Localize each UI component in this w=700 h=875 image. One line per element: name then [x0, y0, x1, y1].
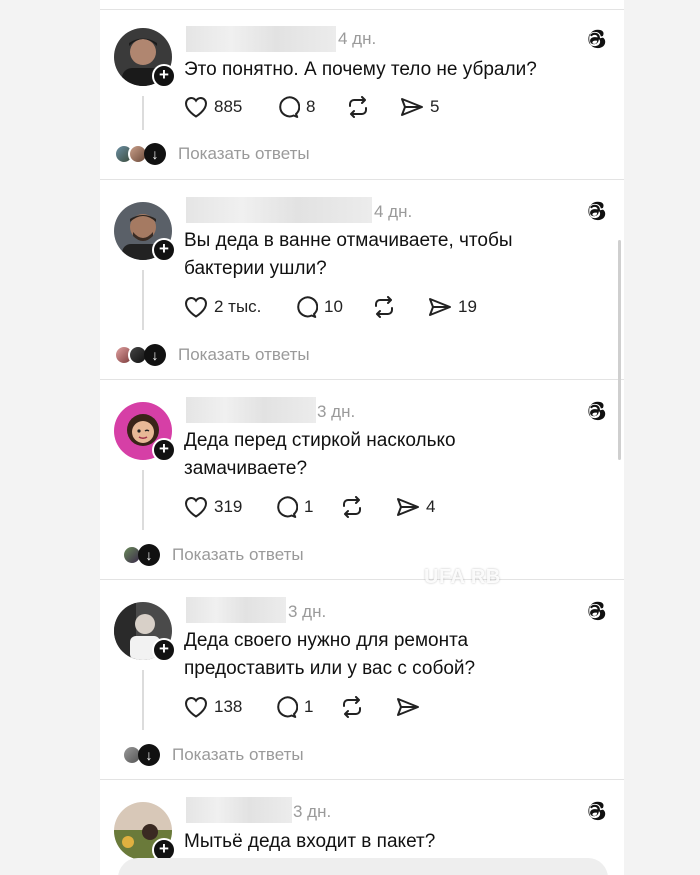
follow-plus-icon[interactable]: +	[152, 64, 176, 88]
send-icon	[397, 498, 419, 516]
repost-icon	[343, 496, 361, 518]
repost-button[interactable]	[346, 94, 370, 120]
like-button[interactable]: 319	[184, 494, 242, 520]
show-replies-link[interactable]: Показать ответы	[172, 745, 304, 765]
post-time: 4 дн.	[374, 202, 413, 221]
share-button[interactable]: 19	[428, 294, 477, 320]
comment-count: 10	[324, 297, 343, 316]
comment-button[interactable]: 1	[274, 494, 313, 520]
comment-post: + 4 дн. Вы деда в ванне отмачиваете, что…	[100, 180, 624, 380]
username-blurred	[186, 26, 336, 52]
show-replies-row[interactable]: ↓ Показать ответы	[122, 542, 304, 568]
comment-count: 1	[304, 697, 314, 716]
follow-plus-icon[interactable]: +	[152, 438, 176, 462]
show-replies-link[interactable]: Показать ответы	[172, 545, 304, 565]
heart-icon	[184, 96, 208, 118]
threads-logo-icon[interactable]	[584, 798, 610, 824]
repost-icon	[349, 96, 367, 118]
thread-line	[142, 470, 144, 530]
share-button[interactable]	[396, 694, 420, 720]
reply-input-bar[interactable]	[118, 858, 608, 875]
action-bar: 885 8 5	[184, 94, 604, 120]
like-button[interactable]: 2 тыс.	[184, 294, 261, 320]
threads-logo-icon[interactable]	[584, 198, 610, 224]
action-bar: 319 1 4	[184, 494, 604, 520]
send-icon	[401, 98, 423, 116]
send-icon	[397, 698, 419, 716]
share-button[interactable]: 5	[400, 94, 439, 120]
threads-logo-icon[interactable]	[584, 598, 610, 624]
like-button[interactable]: 885	[184, 94, 242, 120]
show-replies-link[interactable]: Показать ответы	[178, 345, 310, 365]
like-count: 885	[214, 97, 243, 116]
comment-button[interactable]: 1	[274, 694, 313, 720]
action-bar: 2 тыс. 10 19	[184, 294, 604, 320]
comment-bubble-icon	[297, 296, 318, 318]
comment-text: Деда перед стиркой насколько замачиваете…	[184, 430, 456, 479]
comment-button[interactable]: 10	[294, 294, 343, 320]
threads-logo-icon[interactable]	[584, 398, 610, 424]
username-blurred	[186, 197, 372, 223]
post-time: 4 дн.	[338, 29, 377, 48]
send-icon	[429, 298, 451, 316]
comment-text: Мытьё деда входит в пакет?	[184, 831, 436, 852]
comment-post: + 3 дн. Деда перед стиркой насколько зам…	[100, 380, 624, 580]
username-blurred	[186, 597, 286, 623]
show-replies-row[interactable]: ↓ Показать ответы	[114, 141, 310, 167]
share-count: 4	[426, 497, 436, 516]
comment-count: 8	[306, 97, 316, 116]
show-replies-row[interactable]: ↓ Показать ответы	[114, 342, 310, 368]
arrow-down-icon: ↓	[138, 544, 160, 566]
arrow-down-icon: ↓	[144, 143, 166, 165]
show-replies-link[interactable]: Показать ответы	[178, 144, 310, 164]
comment-post	[100, 0, 624, 10]
repost-button[interactable]	[340, 694, 364, 720]
follow-plus-icon[interactable]: +	[152, 238, 176, 262]
like-count: 138	[214, 697, 243, 716]
like-count: 319	[214, 497, 243, 516]
threads-logo-icon[interactable]	[584, 26, 610, 52]
thread-line	[142, 270, 144, 330]
thread-line	[142, 670, 144, 730]
comments-feed: + 4 дн. Это понятно. А почему тело не уб…	[100, 0, 624, 875]
share-count: 19	[458, 297, 477, 316]
action-bar: 138 1	[184, 694, 604, 720]
watermark: UFA RB	[424, 566, 501, 588]
scrollbar[interactable]	[618, 240, 621, 460]
comment-post: + 3 дн. Деда своего нужно для ремонта пр…	[100, 580, 624, 780]
heart-icon	[184, 696, 208, 718]
comment-bubble-icon	[277, 696, 298, 718]
comment-text: Это понятно. А почему тело не убрали?	[184, 59, 537, 80]
like-button[interactable]: 138	[184, 694, 242, 720]
share-button[interactable]: 4	[396, 494, 435, 520]
show-replies-row[interactable]: ↓ Показать ответы	[122, 742, 304, 768]
like-count: 2 тыс.	[214, 297, 262, 316]
post-time: 3 дн.	[293, 802, 332, 821]
follow-plus-icon[interactable]: +	[152, 638, 176, 662]
comment-post: + 4 дн. Это понятно. А почему тело не уб…	[100, 10, 624, 180]
comment-button[interactable]: 8	[276, 94, 315, 120]
repost-button[interactable]	[340, 494, 364, 520]
username-blurred	[186, 797, 292, 823]
comment-bubble-icon	[279, 96, 300, 118]
repost-icon	[375, 296, 393, 318]
username-blurred	[186, 397, 316, 423]
heart-icon	[184, 496, 208, 518]
post-time: 3 дн.	[317, 402, 356, 421]
comment-text: Вы деда в ванне отмачиваете, чтобы бакте…	[184, 230, 513, 279]
repost-button[interactable]	[372, 294, 396, 320]
comment-text: Деда своего нужно для ремонта предостави…	[184, 630, 476, 679]
arrow-down-icon: ↓	[144, 344, 166, 366]
share-count: 5	[430, 97, 440, 116]
heart-icon	[184, 296, 208, 318]
comment-bubble-icon	[277, 496, 298, 518]
comment-count: 1	[304, 497, 314, 516]
post-time: 3 дн.	[288, 602, 327, 621]
repost-icon	[343, 696, 361, 718]
arrow-down-icon: ↓	[138, 744, 160, 766]
thread-line	[142, 96, 144, 130]
